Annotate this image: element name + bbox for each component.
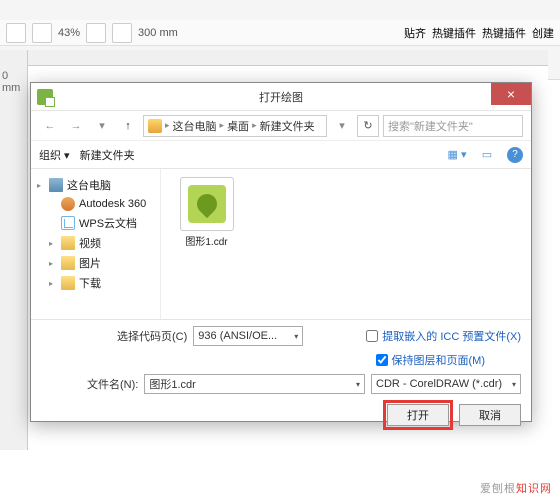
folder-icon (61, 276, 75, 290)
toolbar-icon-2[interactable] (32, 23, 52, 43)
menu-plugin-1[interactable]: 热键插件 (432, 25, 476, 41)
folder-icon (61, 256, 75, 270)
search-input[interactable]: 搜索"新建文件夹" (383, 115, 523, 137)
tree-item-downloads[interactable]: ▸ 下载 (35, 273, 156, 293)
preview-pane-button[interactable]: ▭ (477, 146, 497, 164)
filename-label: 文件名(N): (87, 376, 138, 392)
chevron-down-icon: ▾ (356, 380, 360, 389)
nav-up-icon[interactable]: ↑ (117, 115, 139, 137)
horizontal-ruler (28, 50, 548, 66)
top-measure: 300 mm (138, 27, 178, 39)
expand-icon[interactable]: ▸ (49, 239, 57, 248)
breadcrumb[interactable]: ▸ 这台电脑 ▸ 桌面 ▸ 新建文件夹 (143, 115, 327, 137)
open-button-highlight: 打开 (383, 400, 453, 430)
cloud-icon (61, 216, 75, 230)
watermark: 爱刨根知识网 (480, 479, 552, 496)
icc-checkbox[interactable]: 提取嵌入的 ICC 预置文件(X) (366, 328, 521, 344)
icc-checkbox-input[interactable] (366, 330, 378, 342)
cdr-file-icon (188, 185, 226, 223)
nav-back-icon[interactable]: ← (39, 115, 61, 137)
filename-value: 图形1.cdr (149, 376, 195, 392)
open-file-dialog: 打开绘图 × ← → ▾ ↑ ▸ 这台电脑 ▸ 桌面 ▸ 新建文件夹 ▾ ↻ 搜… (30, 82, 532, 422)
watermark-prefix: 爱刨根 (480, 483, 516, 495)
toolbar-icon-3[interactable] (86, 23, 106, 43)
breadcrumb-dropdown[interactable]: ▾ (331, 115, 353, 137)
coreldraw-icon (37, 89, 53, 105)
search-placeholder: 搜索"新建文件夹" (388, 118, 473, 134)
tree-item-pictures[interactable]: ▸ 图片 (35, 253, 156, 273)
chevron-down-icon: ▾ (512, 380, 516, 389)
filename-combo[interactable]: 图形1.cdr ▾ (144, 374, 365, 394)
toolbar-icon-1[interactable] (6, 23, 26, 43)
refresh-button[interactable]: ↻ (357, 115, 379, 137)
app-toolbar: 43% 300 mm 贴齐 热键插件 热键插件 创建 (0, 20, 560, 46)
tree-item-autodesk[interactable]: Autodesk 360 (35, 195, 156, 213)
file-name: 图形1.cdr (185, 233, 227, 248)
expand-icon[interactable]: ▸ (37, 181, 45, 190)
dialog-titlebar: 打开绘图 × (31, 83, 531, 111)
dialog-title: 打开绘图 (259, 89, 303, 105)
layers-checkbox-label: 保持图层和页面(M) (392, 352, 486, 368)
open-button[interactable]: 打开 (387, 404, 449, 426)
folder-icon (61, 236, 75, 250)
zoom-level[interactable]: 43% (58, 27, 80, 39)
vertical-ruler: 0 mm (0, 50, 28, 450)
breadcrumb-item[interactable]: 新建文件夹 (260, 118, 315, 134)
menu-plugin-2[interactable]: 热键插件 (482, 25, 526, 41)
dialog-bottom: 选择代码页(C) 936 (ANSI/OE... ▾ 提取嵌入的 ICC 预置文… (31, 319, 531, 438)
filetype-value: CDR - CorelDRAW (*.cdr) (376, 378, 502, 390)
help-icon[interactable]: ? (507, 147, 523, 163)
tree-item-video[interactable]: ▸ 视频 (35, 233, 156, 253)
cancel-button[interactable]: 取消 (459, 404, 521, 426)
close-button[interactable]: × (491, 83, 531, 105)
breadcrumb-item[interactable]: 这台电脑 (173, 118, 217, 134)
nav-forward-icon[interactable]: → (65, 115, 87, 137)
layers-checkbox-input[interactable] (376, 354, 388, 366)
expand-icon[interactable]: ▸ (49, 259, 57, 268)
chevron-down-icon: ▾ (294, 332, 298, 341)
tree-item-pc[interactable]: ▸ 这台电脑 (35, 175, 156, 195)
codepage-combo[interactable]: 936 (ANSI/OE... ▾ (193, 326, 303, 346)
tree-label: Autodesk 360 (79, 198, 146, 210)
folder-tree: ▸ 这台电脑 Autodesk 360 WPS云文档 ▸ 视频 ▸ (31, 169, 161, 319)
file-item[interactable]: 图形1.cdr (169, 177, 244, 248)
chevron-right-icon: ▸ (165, 120, 170, 131)
tree-label: 视频 (79, 235, 101, 251)
new-folder-button[interactable]: 新建文件夹 (80, 147, 135, 163)
menu-create[interactable]: 创建 (532, 25, 554, 41)
filetype-combo[interactable]: CDR - CorelDRAW (*.cdr) ▾ (371, 374, 521, 394)
tree-label: 这台电脑 (67, 177, 111, 193)
dialog-toolbar: 组织 ▾ 新建文件夹 ▦ ▾ ▭ ? (31, 141, 531, 169)
expand-icon[interactable]: ▸ (49, 279, 57, 288)
ruler-tick: 0 mm (2, 70, 27, 94)
toolbar-icon-4[interactable] (112, 23, 132, 43)
nav-history-dropdown[interactable]: ▾ (91, 115, 113, 137)
folder-icon (148, 119, 162, 133)
pc-icon (49, 178, 63, 192)
icc-checkbox-label: 提取嵌入的 ICC 预置文件(X) (382, 328, 521, 344)
dialog-body: ▸ 这台电脑 Autodesk 360 WPS云文档 ▸ 视频 ▸ (31, 169, 531, 319)
codepage-value: 936 (ANSI/OE... (198, 330, 277, 342)
file-list[interactable]: 图形1.cdr (161, 169, 531, 319)
breadcrumb-item[interactable]: 桌面 (227, 118, 249, 134)
codepage-label: 选择代码页(C) (117, 328, 187, 344)
organize-button[interactable]: 组织 ▾ (39, 147, 70, 163)
tree-label: 图片 (79, 255, 101, 271)
tree-label: WPS云文档 (79, 215, 137, 231)
path-row: ← → ▾ ↑ ▸ 这台电脑 ▸ 桌面 ▸ 新建文件夹 ▾ ↻ 搜索"新建文件夹… (31, 111, 531, 141)
chevron-right-icon: ▸ (220, 120, 225, 131)
tree-label: 下载 (79, 275, 101, 291)
tree-item-wps[interactable]: WPS云文档 (35, 213, 156, 233)
layers-checkbox[interactable]: 保持图层和页面(M) (376, 352, 486, 368)
menu-snap[interactable]: 贴齐 (404, 25, 426, 41)
autodesk-icon (61, 197, 75, 211)
watermark-suffix: 知识网 (516, 483, 552, 495)
chevron-right-icon: ▸ (252, 120, 257, 131)
view-mode-button[interactable]: ▦ ▾ (447, 146, 467, 164)
file-thumbnail (180, 177, 234, 231)
